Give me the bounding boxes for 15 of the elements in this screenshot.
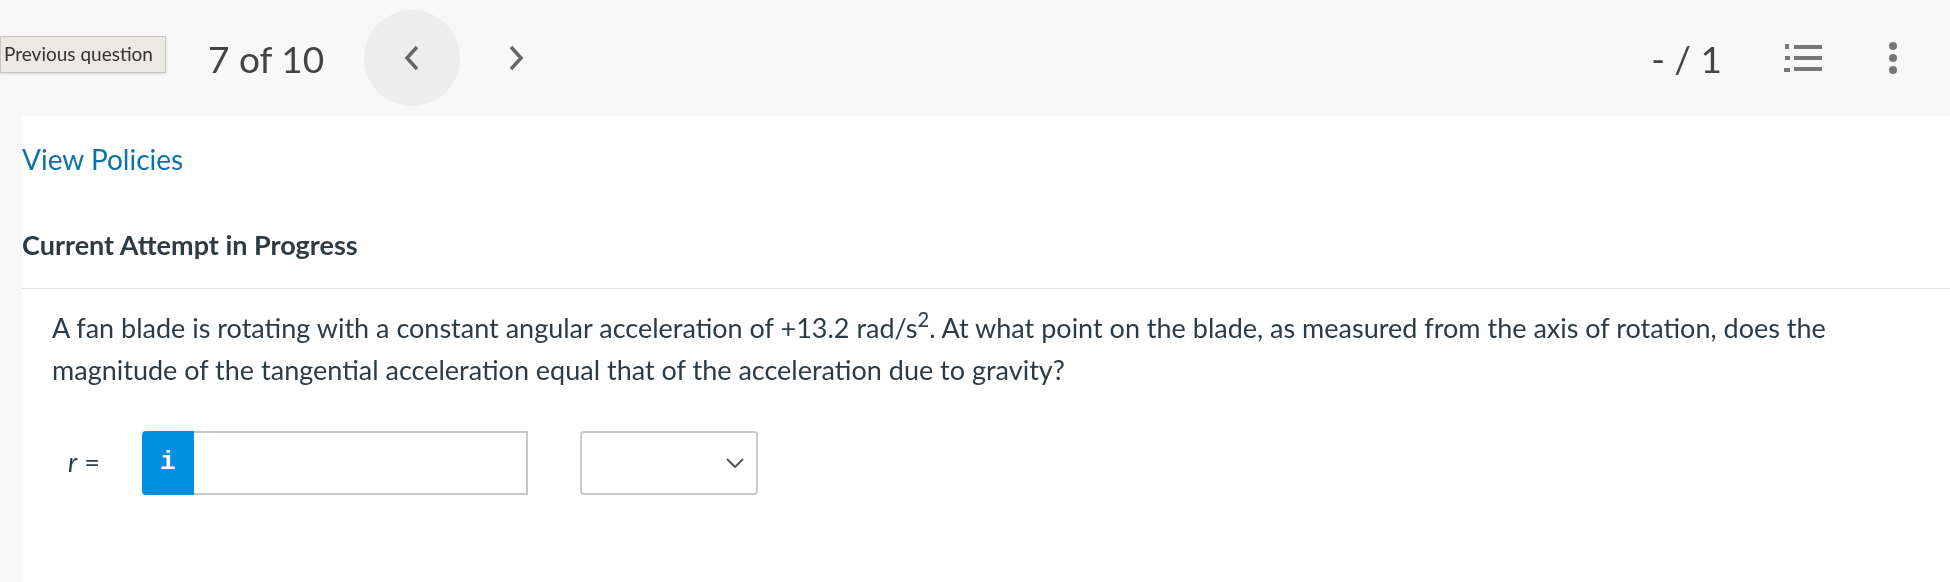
info-button[interactable]: i <box>141 430 194 495</box>
question-counter: 7 of 10 <box>208 39 325 77</box>
numbered-list-icon <box>1784 43 1824 73</box>
question-text: A fan blade is rotating with a constant angular acceleration of +13.2 rad/s$^{2}$. At what point on the blade, as measured from the axis of rotation, does the magnitude of the tangential acceleration equal that of the acceleration due to gravity? <box>52 306 1827 388</box>
view-policies-link[interactable]: View Policies <box>22 142 184 176</box>
tooltip: Previous question <box>0 36 166 73</box>
chevron-right-icon <box>508 45 525 71</box>
answer-field[interactable] <box>193 430 528 495</box>
chevron-down-icon <box>725 457 744 468</box>
attempt-heading: Current Attempt in Progress <box>22 227 359 263</box>
variable-label: r = <box>68 444 100 481</box>
more-options-icon <box>1888 41 1898 75</box>
chevron-left-icon <box>404 45 421 71</box>
score: - / 1 <box>1651 39 1722 77</box>
units-dropdown[interactable] <box>579 430 758 495</box>
